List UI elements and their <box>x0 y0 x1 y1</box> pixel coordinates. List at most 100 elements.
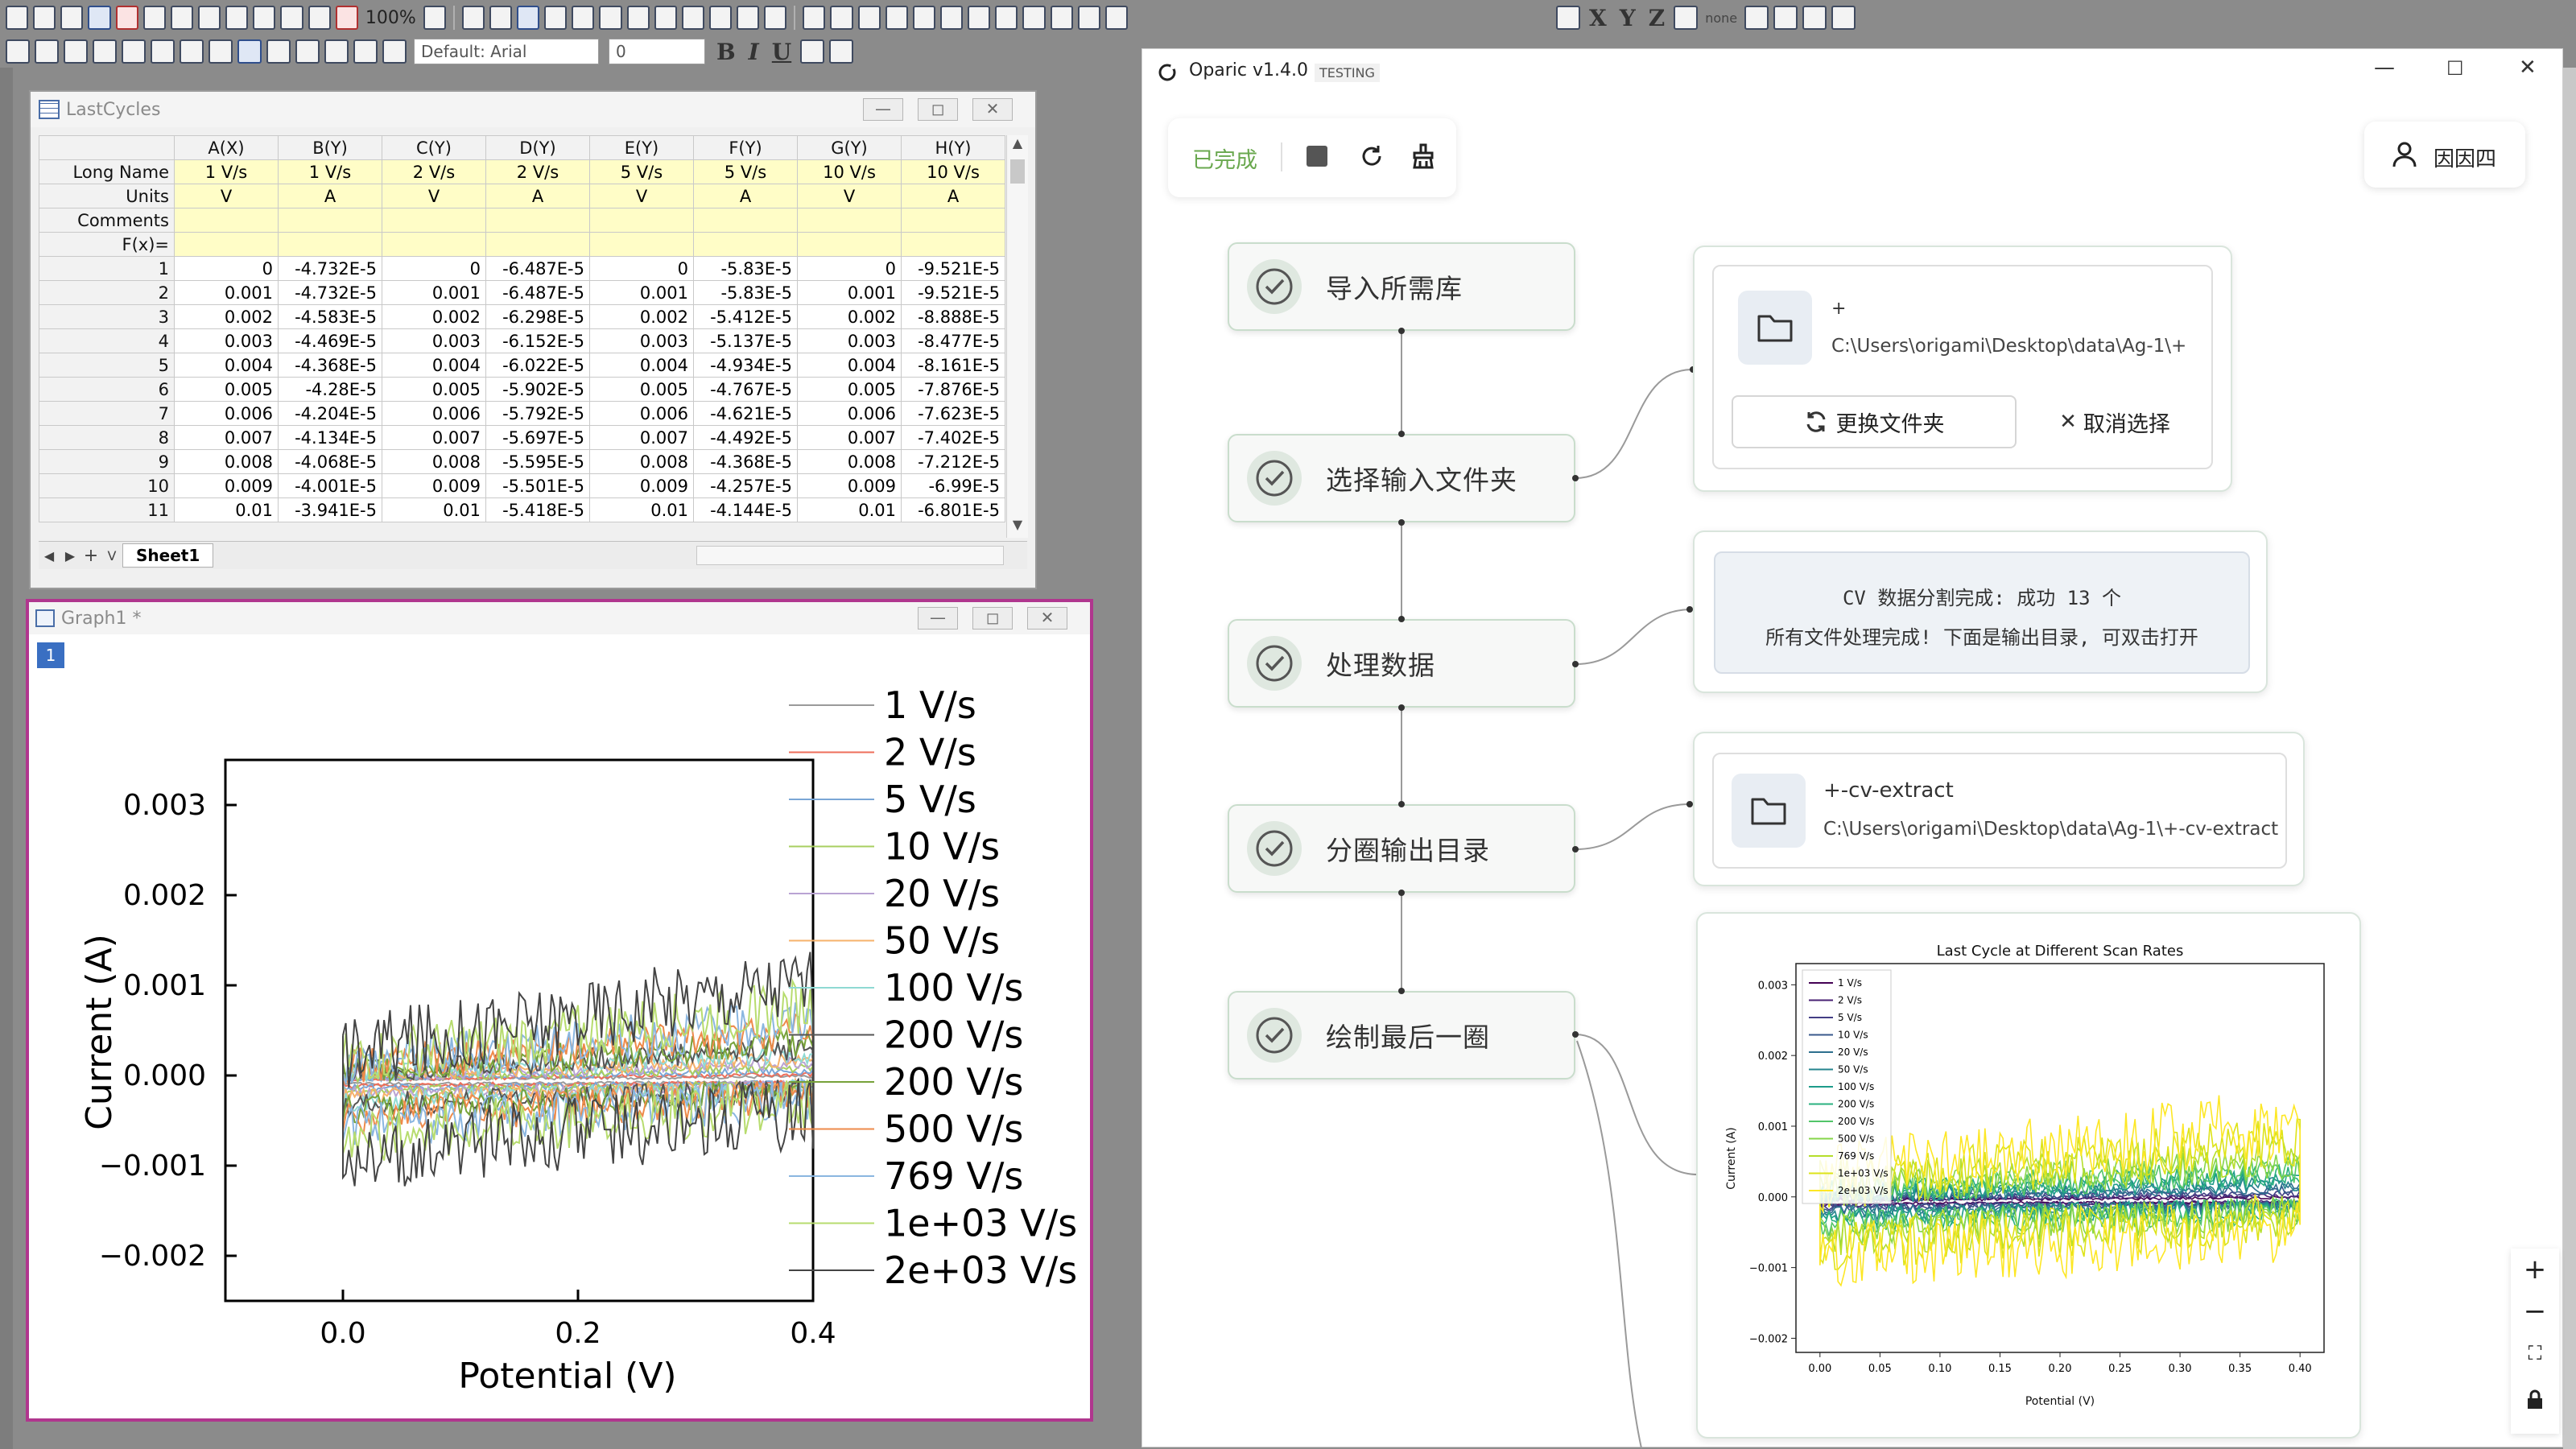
sheet-tab[interactable]: Sheet1 <box>122 543 214 568</box>
data-cell[interactable]: -5.83E-5 <box>693 256 798 281</box>
data-cell[interactable]: -6.487E-5 <box>485 256 590 281</box>
comments-cell[interactable] <box>797 208 902 233</box>
corner-cell[interactable] <box>39 135 175 160</box>
data-cell[interactable]: -8.161E-5 <box>901 353 1005 378</box>
units-cell[interactable]: V <box>797 184 902 208</box>
oparic-cv-plot[interactable]: Last Cycle at Different Scan Rates 0.00 0… <box>1712 930 2348 1426</box>
data-cell[interactable]: -6.298E-5 <box>485 304 590 329</box>
data-cell[interactable]: 0 <box>382 256 486 281</box>
paste-icon[interactable] <box>382 39 407 64</box>
column-header[interactable]: E(Y) <box>589 135 694 160</box>
data-cell[interactable]: 0.003 <box>797 328 902 353</box>
data-cell[interactable]: -7.623E-5 <box>901 401 1005 426</box>
data-cell[interactable]: 0.009 <box>174 473 279 498</box>
data-cell[interactable]: -5.412E-5 <box>693 304 798 329</box>
zoom-in-button[interactable]: + <box>2511 1249 2559 1290</box>
data-cell[interactable]: -5.501E-5 <box>485 473 590 498</box>
filter-icon[interactable] <box>968 6 991 30</box>
grid-icon[interactable] <box>709 6 733 30</box>
histogram-icon[interactable] <box>912 6 935 30</box>
close-button[interactable]: ✕ <box>972 98 1013 121</box>
node-plot-last-cycle[interactable]: 绘制最后一圈 <box>1228 991 1575 1080</box>
data-cell[interactable]: -4.134E-5 <box>278 425 382 450</box>
sheet-list-icon[interactable]: V <box>101 548 122 564</box>
add-sheet-icon[interactable]: + <box>80 546 101 566</box>
data-cell[interactable]: 0.001 <box>382 280 486 305</box>
bold-button[interactable]: B <box>716 39 736 65</box>
open-icon[interactable] <box>142 6 166 30</box>
data-cell[interactable]: 0.008 <box>382 449 486 474</box>
zoom-dropdown-icon[interactable] <box>423 6 446 30</box>
data-cell[interactable]: -5.595E-5 <box>485 449 590 474</box>
data-cell[interactable]: 0.006 <box>174 401 279 426</box>
moon-icon[interactable] <box>1022 6 1046 30</box>
formula-cell[interactable] <box>174 232 279 257</box>
pointer-icon[interactable] <box>6 39 30 64</box>
data-cell[interactable]: -6.022E-5 <box>485 353 590 378</box>
axis-x-button[interactable]: X <box>1589 5 1607 31</box>
formula-cell[interactable] <box>589 232 694 257</box>
data-cell[interactable]: -4.001E-5 <box>278 473 382 498</box>
scroll-down-arrow[interactable]: ▼ <box>1007 517 1028 538</box>
long-name-cell[interactable]: 2 V/s <box>382 159 486 184</box>
sum-icon[interactable] <box>803 6 826 30</box>
data-cell[interactable]: 0 <box>589 256 694 281</box>
data-cell[interactable]: -4.469E-5 <box>278 328 382 353</box>
open-template-icon[interactable] <box>170 6 193 30</box>
data-cell[interactable]: 0.003 <box>382 328 486 353</box>
data-cell[interactable]: 0 <box>174 256 279 281</box>
data-cell[interactable]: -9.521E-5 <box>901 280 1005 305</box>
formula-cell[interactable] <box>278 232 382 257</box>
node-handle[interactable] <box>1398 519 1405 526</box>
export-icon[interactable] <box>489 6 513 30</box>
worksheet-grid[interactable]: A(X) B(Y) C(Y) D(Y) E(Y) F(Y) G(Y) H(Y) Long Nam… <box>39 135 1005 522</box>
row-number[interactable]: 1 <box>39 256 175 281</box>
data-cell[interactable]: 0.01 <box>589 497 694 522</box>
comments-cell[interactable] <box>589 208 694 233</box>
data-cell[interactable]: 0.008 <box>589 449 694 474</box>
data-cell[interactable]: 0.005 <box>589 377 694 402</box>
fit-view-icon[interactable]: ⛶ <box>2511 1332 2559 1374</box>
data-cell[interactable]: -4.934E-5 <box>693 353 798 378</box>
long-name-cell[interactable]: 1 V/s <box>174 159 279 184</box>
node-process-data[interactable]: 处理数据 <box>1228 619 1575 708</box>
data-cell[interactable]: 0.004 <box>174 353 279 378</box>
data-cell[interactable]: 0.007 <box>797 425 902 450</box>
formula-cell[interactable] <box>901 232 1005 257</box>
scale-in-icon[interactable] <box>35 39 59 64</box>
column-header[interactable]: F(Y) <box>693 135 798 160</box>
data-cell[interactable]: -7.402E-5 <box>901 425 1005 450</box>
paste-format-icon[interactable] <box>1077 6 1100 30</box>
data-cell[interactable]: -5.792E-5 <box>485 401 590 426</box>
rescale-icon[interactable] <box>237 39 262 64</box>
graph-tools-icon[interactable] <box>1556 6 1580 30</box>
zoom-in-icon[interactable] <box>654 6 677 30</box>
node-handle[interactable] <box>1572 1031 1579 1038</box>
formula-cell[interactable] <box>382 232 486 257</box>
data-cell[interactable]: -7.876E-5 <box>901 377 1005 402</box>
data-cell[interactable]: 0.007 <box>589 425 694 450</box>
maximize-button[interactable]: ◻ <box>918 98 958 121</box>
data-cell[interactable]: -4.068E-5 <box>278 449 382 474</box>
column-header[interactable]: G(Y) <box>797 135 902 160</box>
node-handle[interactable] <box>1398 704 1405 711</box>
row-number[interactable]: 2 <box>39 280 175 305</box>
new-graph-icon[interactable] <box>33 6 56 30</box>
long-name-cell[interactable]: 2 V/s <box>485 159 590 184</box>
data-cell[interactable]: -4.368E-5 <box>693 449 798 474</box>
add-column-icon[interactable] <box>122 39 146 64</box>
data-cell[interactable]: 0.001 <box>797 280 902 305</box>
data-cell[interactable]: 0.003 <box>174 328 279 353</box>
column-chart-icon[interactable] <box>885 6 908 30</box>
undo-icon[interactable] <box>93 39 117 64</box>
comments-cell[interactable] <box>278 208 382 233</box>
statistics-icon[interactable] <box>830 6 853 30</box>
units-cell[interactable]: V <box>382 184 486 208</box>
axis-z-button[interactable]: Z <box>1649 5 1665 31</box>
row-number[interactable]: 5 <box>39 353 175 378</box>
units-cell[interactable]: A <box>693 184 798 208</box>
lock-icon[interactable] <box>2511 1379 2559 1421</box>
units-cell[interactable]: A <box>901 184 1005 208</box>
import-icon[interactable] <box>253 6 276 30</box>
scroll-thumb[interactable] <box>1010 159 1025 184</box>
